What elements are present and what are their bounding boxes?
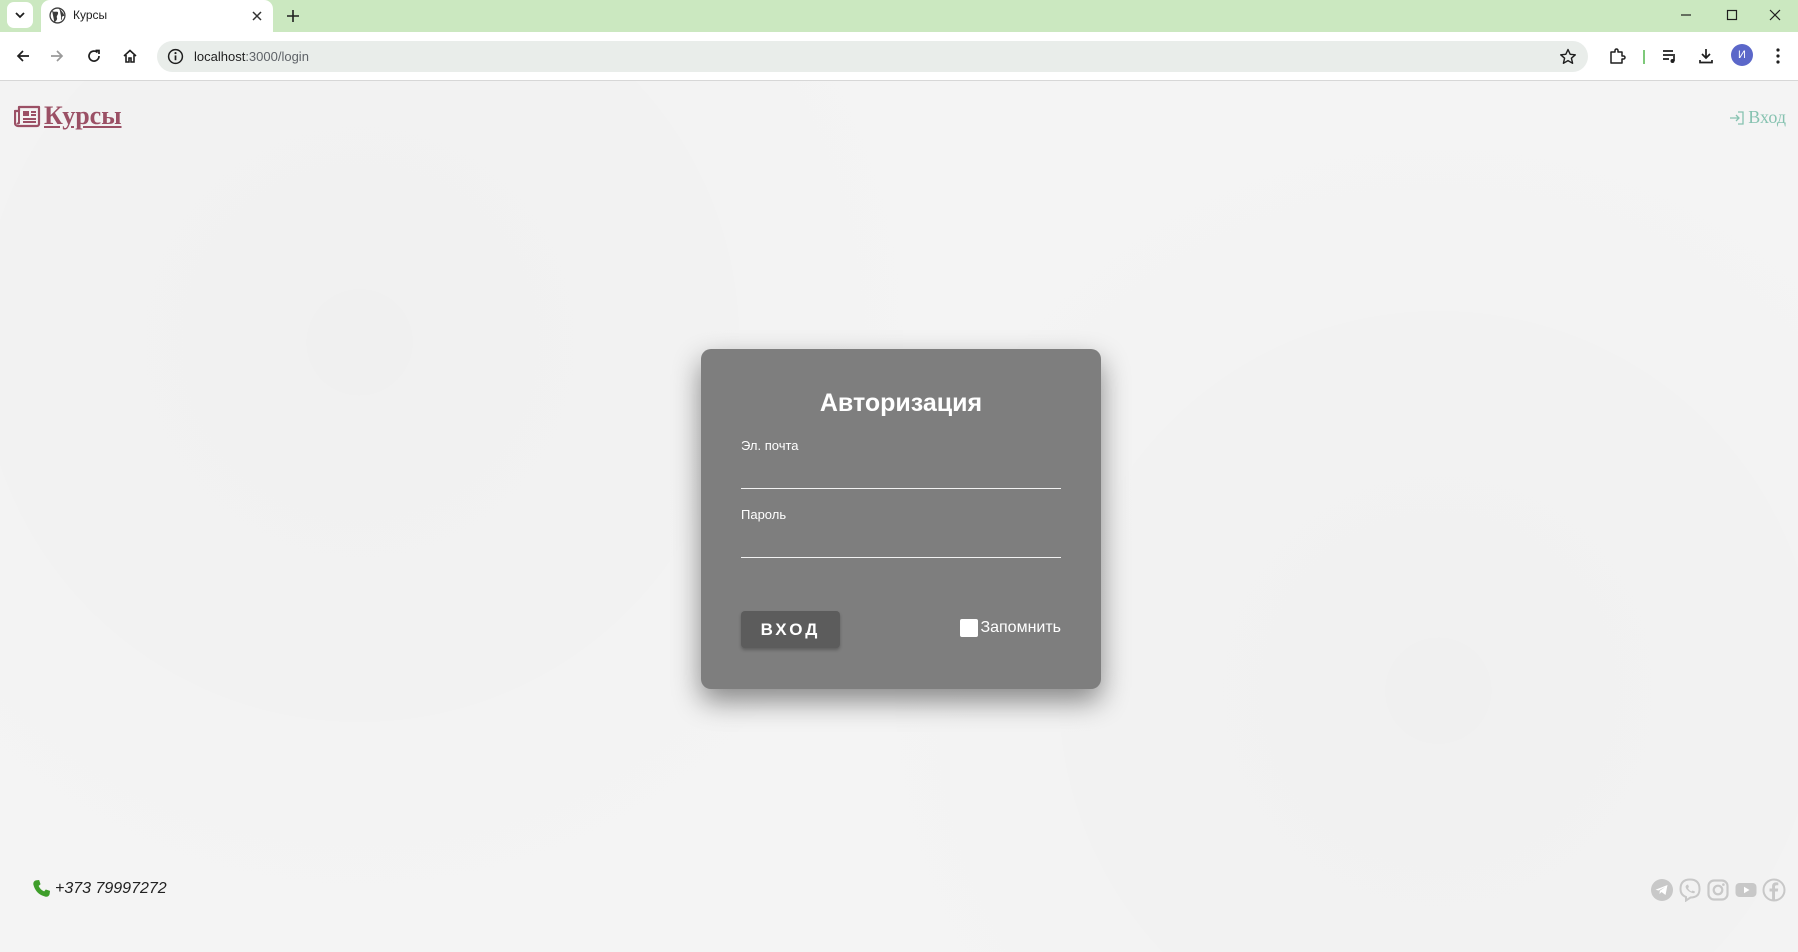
facebook-icon[interactable]	[1762, 878, 1786, 902]
minimize-button[interactable]	[1663, 0, 1709, 30]
email-field[interactable]	[741, 466, 1061, 489]
page-content: Курсы Вход Авторизация Эл. почта Пароль …	[0, 81, 1798, 952]
url-text[interactable]: localhost:3000/login	[194, 49, 309, 64]
browser-toolbar: localhost:3000/login И	[0, 32, 1798, 81]
sign-in-icon	[1730, 110, 1744, 125]
url-host: localhost	[194, 49, 246, 64]
close-icon	[1769, 9, 1781, 21]
reload-button[interactable]	[80, 42, 108, 70]
remember-label: Запомнить	[980, 619, 1061, 636]
minimize-icon	[1681, 14, 1691, 16]
phone-number: +373 79997272	[55, 879, 167, 897]
tab-search-button[interactable]	[7, 2, 33, 28]
new-tab-button[interactable]	[281, 4, 305, 28]
extensions-button[interactable]	[1603, 42, 1631, 70]
instagram-icon[interactable]	[1706, 878, 1730, 902]
login-title: Авторизация	[819, 389, 983, 417]
footer-phone: +373 79997272	[32, 879, 167, 898]
profile-avatar[interactable]: И	[1731, 44, 1753, 66]
tab-close-button[interactable]	[247, 6, 267, 26]
home-icon	[123, 49, 137, 63]
email-label: Эл. почта	[741, 438, 799, 453]
reload-icon	[88, 49, 100, 62]
globe-icon	[49, 7, 66, 24]
password-label: Пароль	[741, 507, 787, 522]
header-login-link[interactable]: Вход	[1729, 107, 1786, 128]
toolbar-separator	[1643, 50, 1645, 64]
close-icon	[252, 11, 262, 21]
remember-me[interactable]: Запомнить	[960, 619, 1061, 637]
newspaper-icon	[14, 105, 41, 128]
header-login-label: Вход	[1748, 107, 1786, 127]
social-links	[1650, 878, 1786, 902]
maximize-button[interactable]	[1709, 0, 1755, 30]
brand-link[interactable]: Курсы	[14, 101, 122, 131]
chevron-down-icon	[15, 12, 25, 19]
login-card: Авторизация Эл. почта Пароль ВХОД Запомн…	[701, 349, 1101, 689]
window-close-button[interactable]	[1752, 0, 1798, 30]
download-icon	[1699, 49, 1713, 64]
phone-icon	[33, 879, 51, 897]
youtube-icon[interactable]	[1734, 878, 1758, 902]
telegram-icon[interactable]	[1650, 878, 1674, 902]
url-path: :3000/login	[245, 49, 309, 64]
arrow-right-icon	[51, 50, 64, 62]
home-button[interactable]	[116, 42, 144, 70]
password-field[interactable]	[741, 535, 1061, 558]
back-button[interactable]	[9, 42, 37, 70]
brand-label: Курсы	[44, 101, 122, 130]
arrow-left-icon	[16, 50, 29, 62]
remember-checkbox[interactable]	[960, 619, 979, 637]
site-info-icon[interactable]	[167, 48, 184, 65]
plus-icon	[287, 10, 299, 22]
tab-active[interactable]: Курсы	[41, 0, 273, 32]
forward-button[interactable]	[43, 42, 71, 70]
more-vertical-icon	[1776, 48, 1780, 64]
playlist-icon	[1663, 50, 1675, 63]
downloads-button[interactable]	[1692, 42, 1720, 70]
viber-icon[interactable]	[1678, 878, 1702, 902]
maximize-icon	[1726, 9, 1738, 21]
login-submit-button[interactable]: ВХОД	[741, 611, 840, 648]
tab-title: Курсы	[73, 8, 108, 22]
puzzle-icon	[1610, 48, 1626, 64]
browser-tabstrip: Курсы	[0, 0, 1798, 32]
media-control-button[interactable]	[1656, 42, 1684, 70]
address-bar[interactable]: localhost:3000/login	[157, 41, 1588, 72]
browser-menu-button[interactable]	[1764, 42, 1792, 70]
star-icon[interactable]	[1558, 47, 1578, 67]
